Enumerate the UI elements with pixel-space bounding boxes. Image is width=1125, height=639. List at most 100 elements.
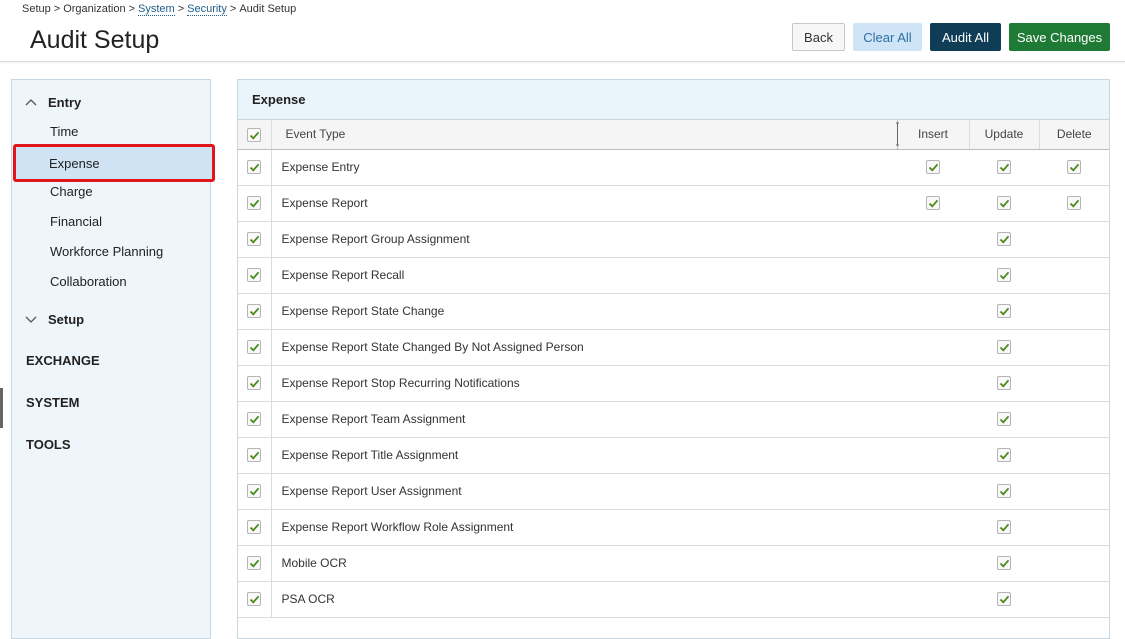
audit-table: Event Type Insert Update Delete Expense … <box>238 120 1109 618</box>
table-row: Mobile OCR <box>238 545 1109 582</box>
checkmark-icon <box>999 200 1010 209</box>
clear-all-button[interactable]: Clear All <box>853 23 922 51</box>
event-type-cell: Expense Report State Changed By Not Assi… <box>271 329 897 366</box>
sidebar-resize-handle[interactable] <box>0 388 3 428</box>
checkmark-icon <box>250 131 260 140</box>
checkmark-icon <box>999 164 1010 173</box>
delete-checkbox[interactable] <box>1067 160 1081 175</box>
checkmark-icon <box>928 164 939 173</box>
sidebar-item-financial[interactable]: Financial <box>14 206 212 236</box>
update-checkbox[interactable] <box>997 520 1011 535</box>
update-checkbox[interactable] <box>997 484 1011 499</box>
checkmark-icon <box>999 416 1010 425</box>
delete-checkbox[interactable] <box>1067 196 1081 211</box>
table-row: Expense Report Recall <box>238 257 1109 294</box>
delete-cell <box>1039 293 1109 330</box>
table-row: Expense Report State Change <box>238 293 1109 330</box>
sidebar-group-entry[interactable]: Entry <box>12 88 210 116</box>
row-select-checkbox[interactable] <box>247 412 262 427</box>
update-checkbox[interactable] <box>997 196 1011 211</box>
row-select-checkbox[interactable] <box>247 232 262 247</box>
sidebar-group-setup-label: Setup <box>48 311 85 327</box>
row-select-checkbox[interactable] <box>247 448 262 463</box>
update-cell <box>969 329 1039 366</box>
back-button[interactable]: Back <box>792 23 845 51</box>
update-checkbox[interactable] <box>997 448 1011 463</box>
update-checkbox[interactable] <box>997 340 1011 355</box>
column-header-event-type[interactable]: Event Type <box>271 120 899 150</box>
row-select-cell <box>238 509 272 546</box>
table-header-row: Event Type Insert Update Delete <box>238 120 1109 150</box>
column-resize-icon[interactable] <box>895 121 899 147</box>
table-row: Expense Report Stop Recurring Notificati… <box>238 365 1109 402</box>
breadcrumb-security-link[interactable]: Security <box>187 3 227 16</box>
update-cell <box>969 149 1039 186</box>
sidebar-section-tools[interactable]: TOOLS <box>26 437 71 452</box>
panel-title: Expense <box>238 80 1109 120</box>
insert-cell <box>897 509 969 546</box>
row-select-checkbox[interactable] <box>247 340 262 355</box>
breadcrumb-separator: > <box>128 3 135 15</box>
row-select-checkbox[interactable] <box>247 556 262 571</box>
column-header-update[interactable]: Update <box>968 120 1039 150</box>
delete-cell <box>1039 257 1109 294</box>
row-select-checkbox[interactable] <box>247 160 262 175</box>
checkmark-icon <box>1069 200 1080 209</box>
column-header-delete[interactable]: Delete <box>1038 120 1109 150</box>
column-header-insert[interactable]: Insert <box>897 120 969 150</box>
checkmark-icon <box>250 380 260 389</box>
table-row: PSA OCR <box>238 581 1109 618</box>
breadcrumb-setup: Setup <box>22 3 51 15</box>
event-type-cell: Expense Report Group Assignment <box>271 221 897 258</box>
update-cell <box>969 581 1039 618</box>
select-all-checkbox[interactable] <box>247 127 262 142</box>
sidebar: Entry Time Expense Charge Financial Work… <box>11 79 215 639</box>
audit-all-button[interactable]: Audit All <box>930 23 1001 51</box>
row-select-checkbox[interactable] <box>247 484 262 499</box>
sidebar-item-time[interactable]: Time <box>14 116 212 146</box>
breadcrumb-organization: Organization <box>63 3 126 15</box>
update-checkbox[interactable] <box>997 592 1011 607</box>
delete-cell <box>1039 329 1109 366</box>
row-select-cell <box>238 401 272 438</box>
breadcrumb-system-link[interactable]: System <box>138 3 175 16</box>
sidebar-section-exchange[interactable]: EXCHANGE <box>26 353 100 368</box>
row-select-checkbox[interactable] <box>247 376 262 391</box>
checkmark-icon <box>1069 164 1080 173</box>
row-select-checkbox[interactable] <box>247 592 262 607</box>
checkmark-icon <box>250 164 260 173</box>
sidebar-group-setup[interactable]: Setup <box>12 305 210 333</box>
sidebar-item-workforce-planning[interactable]: Workforce Planning <box>14 236 212 266</box>
checkmark-icon <box>250 308 260 317</box>
row-select-checkbox[interactable] <box>247 304 262 319</box>
insert-cell <box>897 293 969 330</box>
sidebar-item-collaboration[interactable]: Collaboration <box>14 266 212 296</box>
update-cell <box>969 185 1039 222</box>
row-select-checkbox[interactable] <box>247 196 262 211</box>
update-checkbox[interactable] <box>997 232 1011 247</box>
update-checkbox[interactable] <box>997 412 1011 427</box>
sidebar-item-charge[interactable]: Charge <box>14 176 212 206</box>
update-checkbox[interactable] <box>997 376 1011 391</box>
row-select-checkbox[interactable] <box>247 520 262 535</box>
update-cell <box>969 401 1039 438</box>
update-cell <box>969 473 1039 510</box>
insert-cell <box>897 221 969 258</box>
row-select-checkbox[interactable] <box>247 268 262 283</box>
breadcrumb-separator: > <box>53 3 61 15</box>
insert-checkbox[interactable] <box>926 160 940 175</box>
checkmark-icon <box>999 380 1010 389</box>
update-checkbox[interactable] <box>997 268 1011 283</box>
sidebar-section-system[interactable]: SYSTEM <box>26 395 79 410</box>
insert-cell <box>897 365 969 402</box>
delete-cell <box>1039 545 1109 582</box>
event-type-cell: Mobile OCR <box>271 545 897 582</box>
update-cell <box>969 293 1039 330</box>
update-checkbox[interactable] <box>997 304 1011 319</box>
update-checkbox[interactable] <box>997 160 1011 175</box>
update-checkbox[interactable] <box>997 556 1011 571</box>
breadcrumb: Setup > Organization > System > Security > Audit… <box>22 3 296 16</box>
save-changes-button[interactable]: Save Changes <box>1009 23 1110 51</box>
checkmark-icon <box>250 488 260 497</box>
insert-checkbox[interactable] <box>926 196 940 211</box>
